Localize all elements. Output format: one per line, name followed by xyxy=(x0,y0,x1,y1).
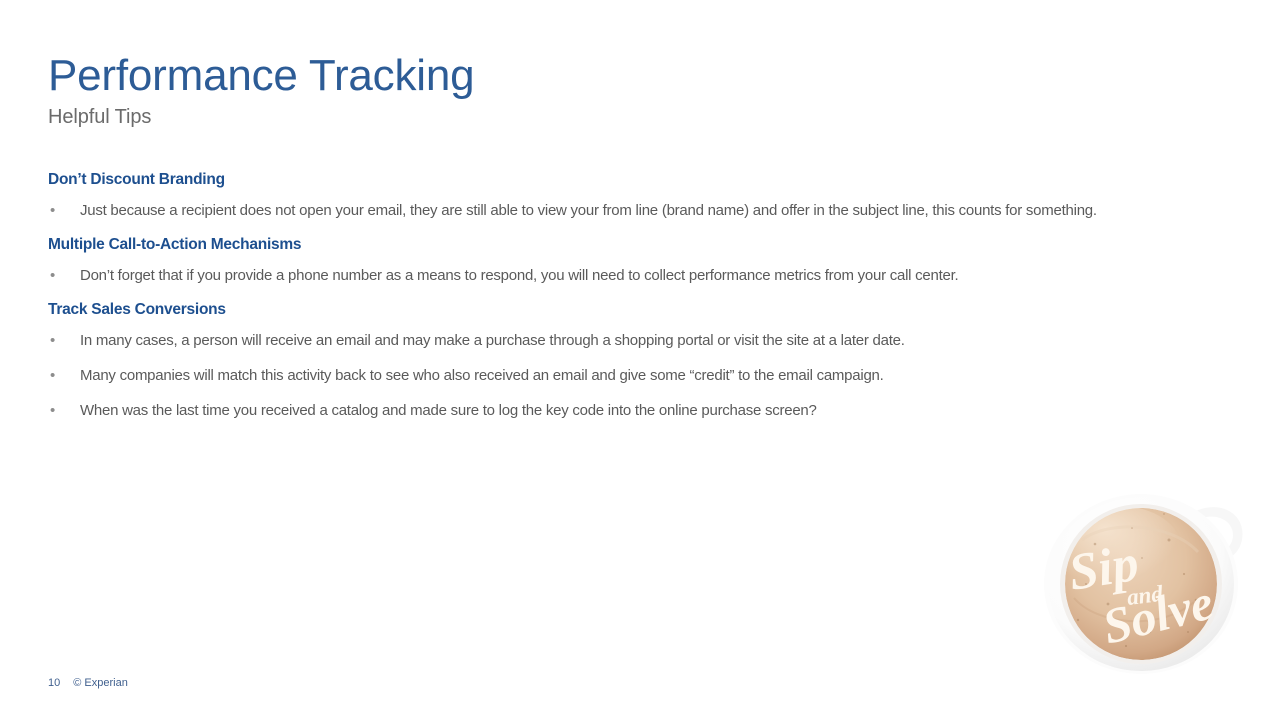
page-title: Performance Tracking xyxy=(48,51,475,100)
bullet-list: • In many cases, a person will receive a… xyxy=(48,329,1223,422)
bullet-dot-icon: • xyxy=(50,332,56,349)
bullet-dot-icon: • xyxy=(50,202,56,219)
sip-and-solve-logo: Sip and Solve xyxy=(1038,492,1253,674)
content-body: Don’t Discount Branding • Just because a… xyxy=(48,170,1223,434)
list-item-text: In many cases, a person will receive an … xyxy=(80,332,905,349)
page-number: 10 xyxy=(48,677,61,689)
bullet-dot-icon: • xyxy=(50,367,56,384)
copyright-notice: © Experian xyxy=(73,677,128,689)
section-track-sales-conversions: Track Sales Conversions • In many cases,… xyxy=(48,300,1223,422)
bullet-dot-icon: • xyxy=(50,267,56,284)
section-dont-discount-branding: Don’t Discount Branding • Just because a… xyxy=(48,170,1223,222)
list-item-text: Just because a recipient does not open y… xyxy=(80,202,1097,219)
section-heading: Multiple Call-to-Action Mechanisms xyxy=(48,236,302,253)
list-item-text: Many companies will match this activity … xyxy=(80,367,884,384)
coffee-cup-icon: Sip and Solve xyxy=(1044,494,1243,674)
slide-footer: 10 © Experian xyxy=(48,676,128,690)
list-item: • Don’t forget that if you provide a pho… xyxy=(48,264,1223,287)
page-subtitle: Helpful Tips xyxy=(48,106,152,128)
list-item: • Just because a recipient does not open… xyxy=(48,199,1223,222)
list-item: • In many cases, a person will receive a… xyxy=(48,329,1223,352)
list-item-text: Don’t forget that if you provide a phone… xyxy=(80,267,959,284)
section-heading: Don’t Discount Branding xyxy=(48,171,225,188)
list-item: • When was the last time you received a … xyxy=(48,399,1223,422)
section-multiple-call-to-action-mechanisms: Multiple Call-to-Action Mechanisms • Don… xyxy=(48,235,1223,287)
list-item-text: When was the last time you received a ca… xyxy=(80,402,817,419)
bullet-dot-icon: • xyxy=(50,402,56,419)
section-heading: Track Sales Conversions xyxy=(48,301,226,318)
bullet-list: • Just because a recipient does not open… xyxy=(48,199,1223,222)
title-block: Performance Tracking Helpful Tips xyxy=(48,50,948,130)
slide-canvas: Performance Tracking Helpful Tips Don’t … xyxy=(0,0,1280,720)
list-item: • Many companies will match this activit… xyxy=(48,364,1223,387)
bullet-list: • Don’t forget that if you provide a pho… xyxy=(48,264,1223,287)
